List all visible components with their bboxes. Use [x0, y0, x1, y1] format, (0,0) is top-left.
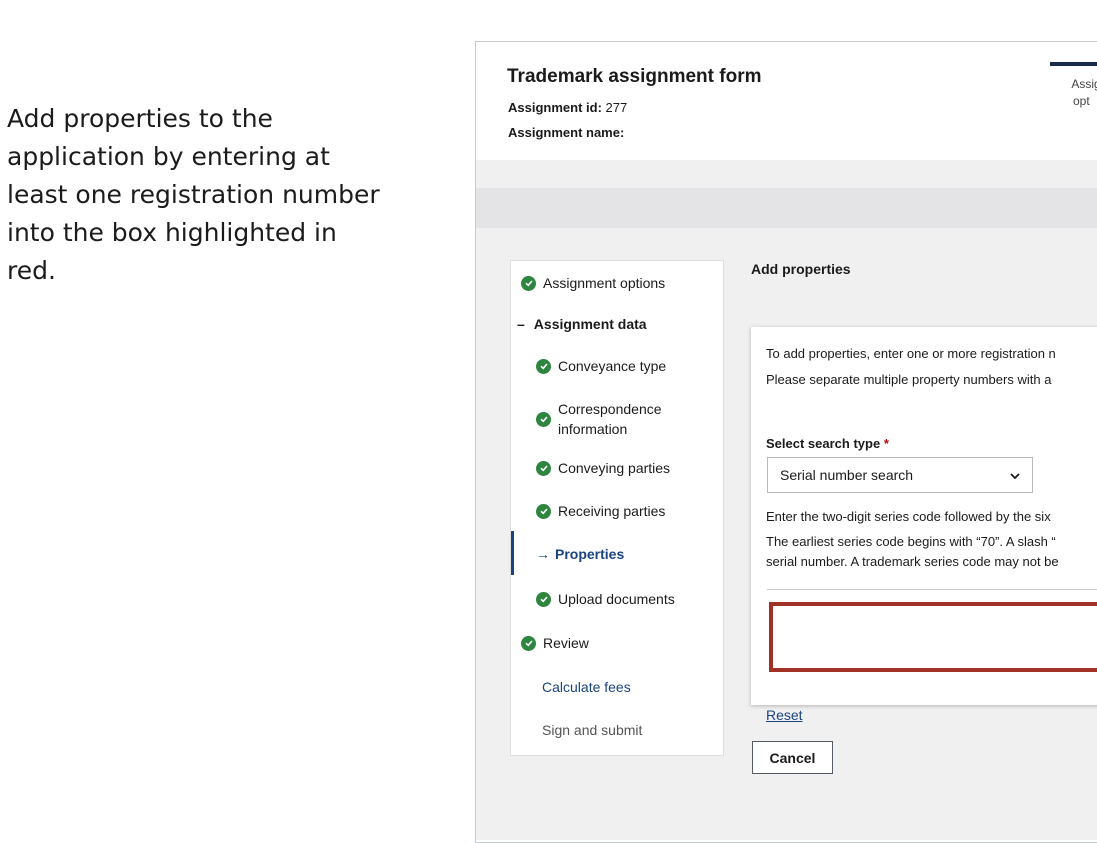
- search-type-value: Serial number search: [780, 467, 914, 483]
- assignment-id: Assignment id: 277: [508, 100, 627, 115]
- check-circle-icon: [521, 635, 536, 651]
- nav-item-label-group: Correspondence information: [558, 399, 662, 439]
- cancel-button[interactable]: Cancel: [752, 741, 833, 774]
- nav-item-conveying-parties[interactable]: Conveying parties: [536, 460, 670, 476]
- nav-item-label: Sign and submit: [542, 722, 643, 738]
- check-circle-icon: [536, 358, 551, 374]
- nav-item-sign-and-submit: Sign and submit: [542, 722, 642, 738]
- check-circle-icon: [521, 275, 536, 291]
- chevron-down-icon: [1010, 467, 1020, 483]
- nav-item-properties[interactable]: → Properties: [536, 546, 624, 562]
- nav-item-receiving-parties[interactable]: Receiving parties: [536, 503, 665, 519]
- nav-item-upload-documents[interactable]: Upload documents: [536, 591, 675, 607]
- stepper-step-label-2: opt: [1073, 94, 1090, 108]
- nav-item-label: Assignment data: [533, 316, 647, 332]
- nav-item-review[interactable]: Review: [521, 635, 589, 651]
- nav-item-label: Assignment options: [543, 275, 666, 291]
- nav-item-correspondence-information[interactable]: Correspondence information: [536, 399, 662, 439]
- registration-numbers-input[interactable]: [769, 602, 1097, 672]
- section-heading: Add properties: [751, 261, 851, 277]
- search-type-label: Select search type *: [766, 436, 889, 451]
- nav-item-assignment-data[interactable]: – Assignment data: [517, 316, 647, 332]
- stepper-step-label[interactable]: Assig: [1061, 77, 1097, 92]
- nav-item-label: Review: [543, 635, 589, 651]
- intro-text-line-2: Please separate multiple property number…: [766, 372, 1052, 387]
- help-text-line-2: The earliest series code begins with “70…: [766, 534, 1056, 549]
- reset-link[interactable]: Reset: [766, 707, 803, 723]
- side-nav: Assignment options – Assignment data Con…: [510, 260, 724, 756]
- assignment-id-value: 277: [605, 100, 628, 115]
- assignment-id-label: Assignment id:: [508, 100, 602, 115]
- intro-text-line-1: To add properties, enter one or more reg…: [766, 346, 1056, 361]
- check-circle-icon: [536, 460, 551, 476]
- check-circle-icon: [536, 411, 551, 427]
- field-top-border: [767, 589, 1097, 590]
- help-text-line-1: Enter the two-digit series code followed…: [766, 509, 1051, 524]
- check-circle-icon: [536, 591, 551, 607]
- nav-item-label: Calculate fees: [542, 679, 631, 695]
- required-marker: *: [883, 436, 889, 451]
- help-text-line-3: serial number. A trademark series code m…: [766, 554, 1059, 569]
- app-screenshot: Trademark assignment form Assignment id:…: [475, 41, 1097, 843]
- nav-item-label: Receiving parties: [558, 503, 666, 519]
- nav-item-label: Conveying parties: [558, 460, 671, 476]
- nav-item-conveyance-type[interactable]: Conveyance type: [536, 358, 666, 374]
- collapse-icon: –: [517, 316, 525, 332]
- properties-card: To add properties, enter one or more reg…: [751, 327, 1097, 723]
- nav-item-assignment-options[interactable]: Assignment options: [521, 275, 665, 291]
- search-type-select[interactable]: Serial number search: [767, 457, 1033, 493]
- stepper-current-indicator: [1050, 62, 1097, 66]
- arrow-right-icon: →: [536, 546, 550, 562]
- nav-item-calculate-fees[interactable]: Calculate fees: [542, 679, 631, 695]
- search-type-label-text: Select search type: [766, 436, 881, 451]
- assignment-name-label: Assignment name:: [508, 125, 625, 140]
- nav-item-label: Conveyance type: [558, 358, 667, 374]
- nav-item-label: Correspondence: [558, 401, 662, 417]
- check-circle-icon: [536, 503, 551, 519]
- current-step-indicator: [511, 531, 514, 575]
- nav-item-label-line2: information: [558, 421, 628, 437]
- instruction-text: Add properties to the application by ent…: [7, 104, 380, 285]
- grey-band: [476, 188, 1097, 228]
- nav-item-label: Upload documents: [558, 591, 675, 607]
- form-header: Trademark assignment form Assignment id:…: [476, 42, 1097, 160]
- nav-item-label: Properties: [555, 546, 625, 562]
- page-title: Trademark assignment form: [507, 66, 762, 87]
